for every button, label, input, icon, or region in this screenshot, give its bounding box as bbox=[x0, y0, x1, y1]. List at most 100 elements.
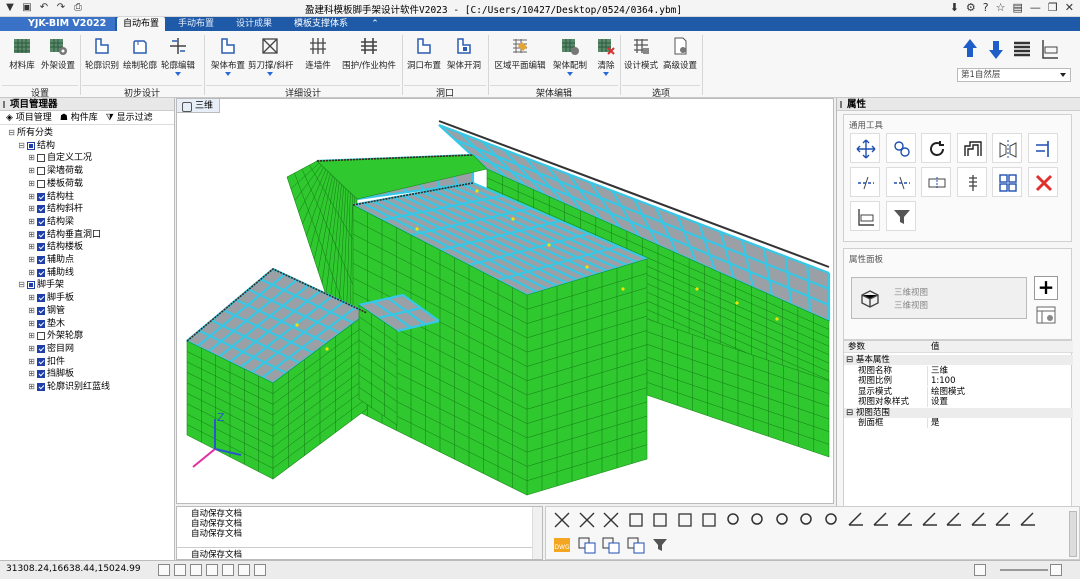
node-marker[interactable] bbox=[775, 317, 779, 321]
extend-line-tool-button[interactable] bbox=[885, 167, 916, 197]
settings-icon[interactable]: ⚙ bbox=[966, 1, 976, 14]
tree-item[interactable]: ⊞ 密目网 bbox=[28, 343, 74, 355]
restore-icon[interactable]: ❐ bbox=[1048, 1, 1058, 14]
tree-expand-icon[interactable]: ⊞ bbox=[28, 305, 35, 317]
distance-icon[interactable] bbox=[969, 510, 991, 532]
floor-elevation-icon[interactable] bbox=[1040, 37, 1060, 61]
angle-toggle-icon[interactable] bbox=[238, 564, 250, 576]
tree-item[interactable]: ⊞ 钢管 bbox=[28, 305, 65, 317]
layout-icon[interactable]: ▤ bbox=[1013, 1, 1023, 14]
log-scrollbar[interactable] bbox=[532, 507, 542, 559]
copy-view-icon[interactable] bbox=[577, 535, 599, 557]
align-tool-button[interactable] bbox=[885, 133, 916, 163]
zoom-out-icon[interactable] bbox=[974, 564, 986, 576]
tree-item[interactable]: ⊞ 结构垂直洞口 bbox=[28, 229, 101, 241]
tab-auto-layout[interactable]: 自动布置 bbox=[117, 17, 165, 31]
filter-icon[interactable] bbox=[650, 535, 672, 557]
property-row[interactable]: 剖面框是 bbox=[844, 418, 1073, 428]
tree-expand-icon[interactable]: ⊞ bbox=[28, 356, 35, 368]
tree-checkbox[interactable] bbox=[37, 294, 45, 303]
frame-config-button[interactable]: 架体配制 bbox=[552, 34, 588, 86]
node-marker[interactable] bbox=[735, 301, 739, 305]
rotate-tool-button[interactable] bbox=[921, 133, 951, 163]
subtab-display-filter[interactable]: ⧩ 显示过滤 bbox=[106, 111, 153, 124]
frame-config-dropdown-icon[interactable] bbox=[567, 72, 573, 76]
up-floor-icon[interactable] bbox=[960, 37, 980, 61]
close-icon[interactable]: ✕ bbox=[1065, 1, 1074, 14]
axis-toggle-icon[interactable] bbox=[254, 564, 266, 576]
zoom-in-icon[interactable] bbox=[1050, 564, 1062, 576]
tree-expand-icon[interactable]: ⊞ bbox=[28, 368, 35, 380]
undo-icon[interactable]: ↶ bbox=[38, 2, 50, 14]
tree-item[interactable]: ⊞ 轮廓识别红蓝线 bbox=[28, 381, 110, 393]
command-input[interactable]: 自动保存文档 bbox=[177, 547, 532, 560]
ruler-a-icon[interactable] bbox=[920, 510, 942, 532]
top-view-icon[interactable] bbox=[675, 510, 697, 532]
tree-item[interactable]: ⊞ 结构梁 bbox=[28, 216, 74, 228]
tree-checkbox[interactable] bbox=[37, 243, 45, 252]
tree-expand-icon[interactable]: ⊞ bbox=[28, 241, 35, 253]
help-icon[interactable]: ? bbox=[983, 1, 989, 14]
property-row[interactable]: 视图比例 1:100 bbox=[844, 376, 1073, 386]
view-tab-3d[interactable]: 三维 bbox=[177, 99, 221, 113]
toolbar-scrollbar[interactable] bbox=[1069, 511, 1077, 557]
front-view-icon[interactable] bbox=[626, 510, 648, 532]
tree-item[interactable]: ⊞ 结构柱 bbox=[28, 191, 74, 203]
orbit-icon[interactable] bbox=[724, 510, 746, 532]
print-icon[interactable]: ⎙ bbox=[72, 2, 84, 14]
ortho-toggle-icon[interactable] bbox=[190, 564, 202, 576]
scaffold-3d-model[interactable]: Z bbox=[177, 99, 835, 505]
measure-area-icon[interactable] bbox=[871, 510, 893, 532]
star-icon[interactable]: ☆ bbox=[996, 1, 1006, 14]
tree-item[interactable]: ⊞ 垫木 bbox=[28, 318, 65, 330]
tree-item[interactable]: ⊞ 外架轮廓 bbox=[28, 330, 83, 342]
dwg-export-icon[interactable]: DWG bbox=[552, 535, 574, 557]
tree-item[interactable]: ⊞ 自定义工况 bbox=[28, 152, 92, 164]
3d-viewport[interactable]: Z 三维 bbox=[176, 98, 834, 504]
trim-tool-button[interactable] bbox=[1027, 133, 1058, 163]
down-floor-icon[interactable] bbox=[986, 37, 1006, 61]
status-toggle-icon[interactable] bbox=[158, 564, 170, 576]
view-transfer-icon[interactable] bbox=[626, 535, 648, 557]
download-icon[interactable]: ⬇ bbox=[950, 1, 959, 14]
clear-dropdown-icon[interactable] bbox=[603, 72, 609, 76]
side-view-icon[interactable] bbox=[650, 510, 672, 532]
tree-expand-icon[interactable]: ⊞ bbox=[28, 318, 35, 330]
tab-manual-layout[interactable]: 手动布置 bbox=[172, 17, 220, 31]
node-marker[interactable] bbox=[475, 189, 479, 193]
array-tool-button[interactable] bbox=[992, 167, 1022, 197]
pencil-icon[interactable] bbox=[993, 510, 1015, 532]
zoom-slider[interactable] bbox=[1000, 569, 1048, 571]
tree-item[interactable]: ⊞ 楼板荷载 bbox=[28, 178, 83, 190]
tree-checkbox[interactable] bbox=[37, 154, 45, 163]
box-select-icon[interactable] bbox=[846, 510, 868, 532]
grid-toggle-icon[interactable] bbox=[174, 564, 186, 576]
filter-tool-button[interactable] bbox=[885, 201, 916, 231]
split-tool-button[interactable] bbox=[921, 167, 951, 197]
node-marker[interactable] bbox=[547, 243, 551, 247]
scaffold-settings-button[interactable]: 外架设置 bbox=[40, 34, 76, 86]
tree-expand-icon[interactable]: ⊞ bbox=[28, 381, 35, 393]
zoom-extents-icon[interactable] bbox=[797, 510, 819, 532]
zoom-previous-icon[interactable] bbox=[822, 510, 844, 532]
tree-expand-icon[interactable]: ⊞ bbox=[28, 178, 35, 190]
tree-checkbox[interactable] bbox=[37, 357, 45, 366]
tree-item[interactable]: ⊟ 所有分类 bbox=[8, 127, 53, 139]
view-settings-icon[interactable] bbox=[1036, 306, 1056, 324]
tree-item[interactable]: ⊞ 梁墙荷载 bbox=[28, 165, 83, 177]
move-tool-button[interactable] bbox=[850, 133, 880, 163]
redo-icon[interactable]: ↷ bbox=[55, 2, 67, 14]
z-axis-label[interactable]: Z bbox=[217, 411, 225, 424]
x-axis-icon[interactable] bbox=[192, 448, 216, 468]
tree-expand-icon[interactable]: ⊟ bbox=[8, 127, 15, 139]
contour-recognize-button[interactable]: 轮廓识别 bbox=[84, 34, 120, 86]
tree-expand-icon[interactable]: ⊞ bbox=[28, 267, 35, 279]
scissor-brace-dropdown-icon[interactable] bbox=[267, 72, 273, 76]
mirror-tool-button[interactable] bbox=[992, 133, 1022, 163]
frame-opening-button[interactable]: 架体开洞 bbox=[446, 34, 482, 86]
ribbon-collapse-icon[interactable]: ⌃ bbox=[368, 17, 382, 31]
tab-formwork-support[interactable]: 模板支撑体系 bbox=[290, 17, 352, 31]
tree-checkbox[interactable] bbox=[37, 306, 45, 315]
tree-checkbox[interactable] bbox=[37, 268, 45, 277]
tree-expand-icon[interactable]: ⊞ bbox=[28, 203, 35, 215]
